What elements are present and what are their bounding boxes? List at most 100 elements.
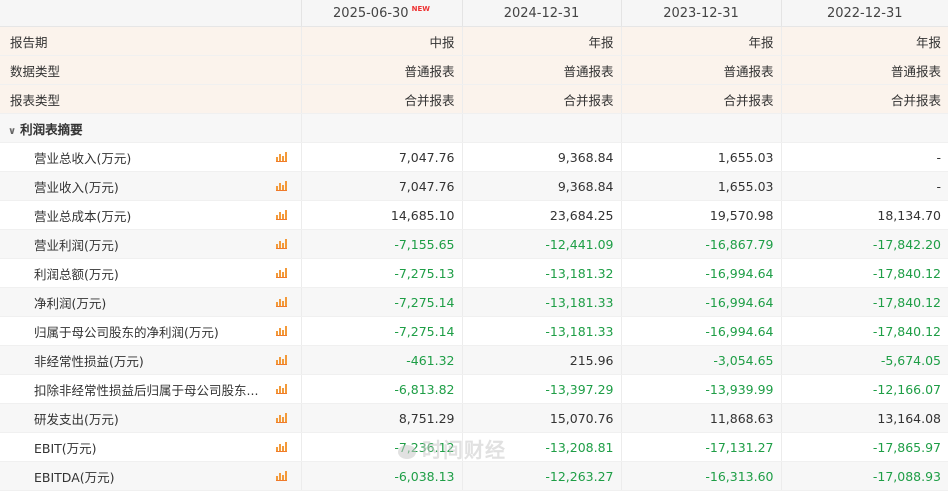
metric-value: - [781, 171, 948, 201]
meta-label: 数据类型 [0, 55, 302, 85]
section-row[interactable]: ∨ 利润表摘要 [0, 113, 948, 143]
bar-chart-icon[interactable] [275, 238, 287, 249]
meta-value: 年报 [462, 26, 622, 56]
table-row: 利润总额(万元) -7,275.13 -13,181.32 -16,994.64 -17… [0, 258, 948, 288]
metric-value: -7,275.13 [301, 258, 463, 288]
date-header-4[interactable]: 2022-12-31 [781, 0, 948, 27]
table-row: EBITDA(万元) -6,038.13 -12,263.27 -16,313.60-… [0, 461, 948, 491]
meta-value: 合并报表 [462, 84, 622, 114]
bar-chart-icon[interactable] [275, 180, 287, 191]
bar-chart-icon[interactable] [275, 151, 287, 162]
bar-chart-icon[interactable] [275, 470, 287, 481]
metric-label: 利润总额(万元) [0, 258, 302, 288]
meta-label: 报表类型 [0, 84, 302, 114]
meta-value: 合并报表 [301, 84, 463, 114]
table-row: 研发支出(万元) 8,751.29 15,070.76 11,868.63 13,164… [0, 403, 948, 433]
metric-value: 13,164.08 [781, 403, 948, 433]
metric-value: -12,166.07 [781, 374, 948, 404]
metric-value: 1,655.03 [621, 171, 782, 201]
metric-value: -16,313.60 [621, 461, 782, 491]
metric-label: EBITDA(万元) [0, 461, 302, 491]
metric-value: -17,088.93 [781, 461, 948, 491]
metric-value: -16,867.79 [621, 229, 782, 259]
metric-value: -13,181.32 [462, 258, 622, 288]
metric-label: 营业利润(万元) [0, 229, 302, 259]
metric-value: 9,368.84 [462, 142, 622, 172]
metric-value: - [781, 142, 948, 172]
metric-value: -7,275.14 [301, 316, 463, 346]
metric-value: -461.32 [301, 345, 463, 375]
metric-value: 23,684.25 [462, 200, 622, 230]
table-row: 营业总成本(万元) 14,685.10 23,684.25 19,570.98 18,1… [0, 200, 948, 230]
meta-value: 中报 [301, 26, 463, 56]
meta-row: 数据类型 普通报表 普通报表 普通报表 普通报表 [0, 55, 948, 85]
metric-value: 215.96 [462, 345, 622, 375]
bar-chart-icon[interactable] [275, 209, 287, 220]
metric-value: -13,181.33 [462, 316, 622, 346]
metric-value: 18,134.70 [781, 200, 948, 230]
metric-label: 研发支出(万元) [0, 403, 302, 433]
bar-chart-icon[interactable] [275, 325, 287, 336]
metric-label: 非经常性损益(万元) [0, 345, 302, 375]
metric-value: 8,751.29 [301, 403, 463, 433]
metric-value: -16,994.64 [621, 287, 782, 317]
metric-value: -13,939.99 [621, 374, 782, 404]
table-row: 非经常性损益(万元) -461.32 215.96 -3,054.65 -5,674.0… [0, 345, 948, 375]
bar-chart-icon[interactable] [275, 412, 287, 423]
metric-value: -17,840.12 [781, 287, 948, 317]
metric-value: -3,054.65 [621, 345, 782, 375]
meta-value: 普通报表 [621, 55, 782, 85]
header-row: 2025-06-30 NEW 2024-12-31 2023-12-31 2022… [0, 0, 948, 27]
metric-value: 11,868.63 [621, 403, 782, 433]
meta-label: 报告期 [0, 26, 302, 56]
table-row: 营业总收入(万元) 7,047.76 9,368.84 1,655.03- [0, 142, 948, 172]
meta-row: 报告期 中报 年报 年报 年报 [0, 26, 948, 56]
metric-value: -7,275.14 [301, 287, 463, 317]
metric-value: -13,208.81 [462, 432, 622, 462]
metric-value: 15,070.76 [462, 403, 622, 433]
metric-value: -16,994.64 [621, 316, 782, 346]
bar-chart-icon[interactable] [275, 296, 287, 307]
metric-value: 7,047.76 [301, 171, 463, 201]
metric-value: -12,263.27 [462, 461, 622, 491]
meta-value: 普通报表 [301, 55, 463, 85]
income-summary-table: 2025-06-30 NEW 2024-12-31 2023-12-31 2022… [0, 0, 948, 491]
metric-label: 营业总成本(万元) [0, 200, 302, 230]
metric-value: -17,842.20 [781, 229, 948, 259]
bar-chart-icon[interactable] [275, 354, 287, 365]
metric-value: -13,181.33 [462, 287, 622, 317]
metric-value: 1,655.03 [621, 142, 782, 172]
meta-value: 普通报表 [781, 55, 948, 85]
metric-label: 归属于母公司股东的净利润(万元) [0, 316, 302, 346]
meta-value: 年报 [621, 26, 782, 56]
meta-value: 合并报表 [781, 84, 948, 114]
date-header-3[interactable]: 2023-12-31 [621, 0, 782, 27]
new-badge: NEW [411, 4, 430, 13]
meta-row: 报表类型 合并报表 合并报表 合并报表 合并报表 [0, 84, 948, 114]
metric-value: -7,236.12 [301, 432, 463, 462]
table-row: 归属于母公司股东的净利润(万元) -7,275.14 -13,181.33 -16,9… [0, 316, 948, 346]
metric-value: 19,570.98 [621, 200, 782, 230]
bar-chart-icon[interactable] [275, 441, 287, 452]
table-row: EBIT(万元) -7,236.12 -13,208.81 -17,131.27 -17… [0, 432, 948, 462]
bar-chart-icon[interactable] [275, 267, 287, 278]
metric-label: 净利润(万元) [0, 287, 302, 317]
meta-value: 年报 [781, 26, 948, 56]
metric-label: 营业收入(万元) [0, 171, 302, 201]
header-corner [0, 0, 302, 27]
metric-value: 7,047.76 [301, 142, 463, 172]
bar-chart-icon[interactable] [275, 383, 287, 394]
metric-value: -17,131.27 [621, 432, 782, 462]
metric-value: 14,685.10 [301, 200, 463, 230]
chevron-down-icon[interactable]: ∨ [8, 126, 16, 137]
table-row: 净利润(万元) -7,275.14 -13,181.33 -16,994.64 -17,… [0, 287, 948, 317]
metric-label: 营业总收入(万元) [0, 142, 302, 172]
table-row: 扣除非经常性损益后归属于母公司股东... -6,813.82 -13,397.29-… [0, 374, 948, 404]
metric-value: -7,155.65 [301, 229, 463, 259]
metric-value: -13,397.29 [462, 374, 622, 404]
date-header-2[interactable]: 2024-12-31 [462, 0, 622, 27]
metric-value: -16,994.64 [621, 258, 782, 288]
metric-value: -17,840.12 [781, 316, 948, 346]
date-header-1[interactable]: 2025-06-30 NEW [301, 0, 463, 27]
section-title[interactable]: ∨ 利润表摘要 [0, 113, 302, 143]
